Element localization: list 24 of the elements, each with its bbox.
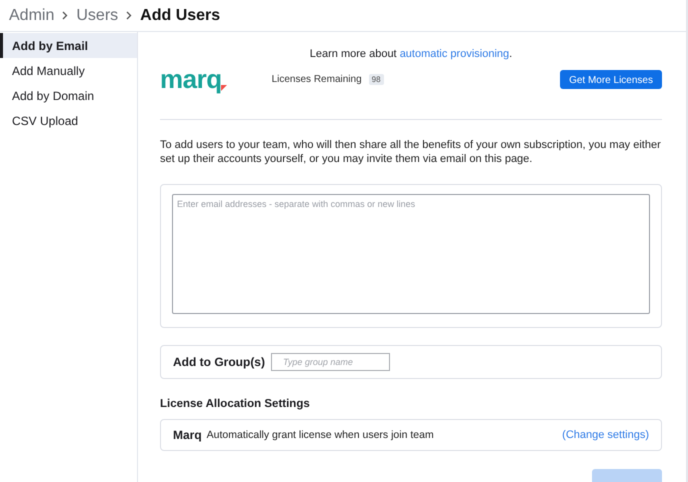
change-settings-link[interactable]: (Change settings) <box>562 428 649 441</box>
email-field[interactable]: Enter email addresses - separate with commas or new lines <box>172 194 650 314</box>
sidebar-item[interactable]: Add Manually <box>0 58 137 83</box>
chevron-icon <box>62 11 68 20</box>
logo-mark-icon <box>220 84 227 91</box>
get-licenses-button[interactable]: Get More Licenses <box>560 70 662 89</box>
product-name: Marq <box>173 428 202 442</box>
provisioning-link[interactable]: automatic provisioning <box>400 48 510 60</box>
sidebar-item[interactable]: Add by Domain <box>0 83 137 108</box>
group-label: Add to Group(s) <box>173 354 265 369</box>
intro-text: To add users to your team, who will then share all the benefits of your own subscription, you may either set up their accounts yourself, or you may invite them via email on this page. <box>160 138 662 166</box>
allocation-text: Automatically grant license when users join team <box>206 428 434 441</box>
licenses-count: 98 <box>368 74 384 85</box>
info-text: Learn more about automatic provisioning. <box>308 48 514 60</box>
logo: marq <box>160 66 222 92</box>
licenses-label: Licenses Remaining <box>272 74 362 85</box>
breadcrumb-item[interactable]: Admin <box>9 6 54 24</box>
breadcrumb-item[interactable]: Users <box>76 6 118 24</box>
group-field[interactable]: Type group name <box>270 352 390 371</box>
chevron-icon <box>126 11 132 20</box>
section-heading: License Allocation Settings <box>160 398 311 410</box>
sidebar-item[interactable]: CSV Upload <box>0 108 137 133</box>
breadcrumb-item: Add Users <box>140 6 220 24</box>
sidebar-item[interactable]: Add by Email <box>0 33 137 58</box>
